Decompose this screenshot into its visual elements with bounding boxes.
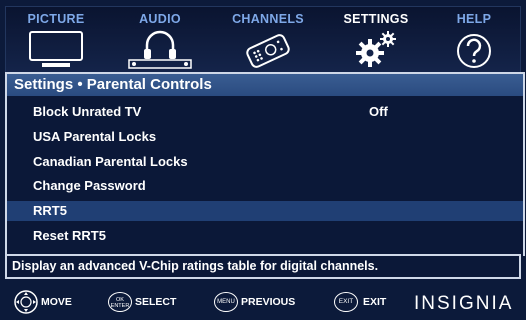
hint-select: OK ENTER SELECT [108,284,198,320]
exit-button-icon: EXIT [334,292,358,312]
hint-label: PREVIOUS [241,296,296,308]
tv-menu-screen: PICTURE AUDIO CHANNELS SETTINGS HELP Set… [0,0,526,320]
tab-audio[interactable]: AUDIO [112,7,208,73]
tab-picture[interactable]: PICTURE [8,7,104,73]
tab-label: PICTURE [27,12,85,26]
menu-item-label: Block Unrated TV [33,104,142,119]
tab-settings[interactable]: SETTINGS [328,7,424,73]
top-menu-bar: PICTURE AUDIO CHANNELS SETTINGS HELP [5,6,521,74]
tab-label: AUDIO [139,12,181,26]
description-bar: Display an advanced V-Chip ratings table… [5,254,521,279]
hint-move: MOVE [14,284,84,320]
gears-icon [348,29,404,74]
menu-item-block-unrated-tv[interactable]: Block Unrated TV Off [7,102,523,122]
menu-button-icon: MENU [214,292,238,312]
tab-label: SETTINGS [343,12,409,26]
menu-item-canadian-parental-locks[interactable]: Canadian Parental Locks [7,152,523,172]
tab-label: CHANNELS [232,12,304,26]
remote-icon [238,29,298,74]
hint-exit: EXIT EXIT [334,284,404,320]
hint-label: EXIT [363,296,387,308]
ok-enter-button-icon: OK ENTER [108,292,132,312]
hint-label: MOVE [41,296,72,308]
menu-item-usa-parental-locks[interactable]: USA Parental Locks [7,127,523,147]
dpad-icon [14,290,38,319]
settings-panel: Settings • Parental Controls Block Unrat… [5,72,525,256]
menu-item-label: RRT5 [33,203,67,218]
tv-icon [24,29,88,74]
brand-logo: INSIGNIA [414,293,514,314]
question-icon [454,29,494,74]
tab-label: HELP [456,12,492,26]
menu-item-label: Canadian Parental Locks [33,154,188,169]
menu-item-value: Off [369,104,388,119]
hint-label: SELECT [135,296,177,308]
panel-title: Settings • Parental Controls [7,74,523,96]
menu-item-change-password[interactable]: Change Password [7,176,523,196]
hint-previous: MENU PREVIOUS [214,284,314,320]
footer-hints: MOVE OK ENTER SELECT MENU PREVIOUS EXIT … [0,284,526,320]
menu-item-rrt5[interactable]: RRT5 [7,201,523,221]
menu-item-label: Change Password [33,178,146,193]
tab-help[interactable]: HELP [430,7,518,73]
menu-item-label: USA Parental Locks [33,129,157,144]
menu-item-reset-rrt5[interactable]: Reset RRT5 [7,226,523,246]
headphones-icon [127,29,193,74]
menu-item-label: Reset RRT5 [33,228,106,243]
tab-channels[interactable]: CHANNELS [216,7,320,73]
